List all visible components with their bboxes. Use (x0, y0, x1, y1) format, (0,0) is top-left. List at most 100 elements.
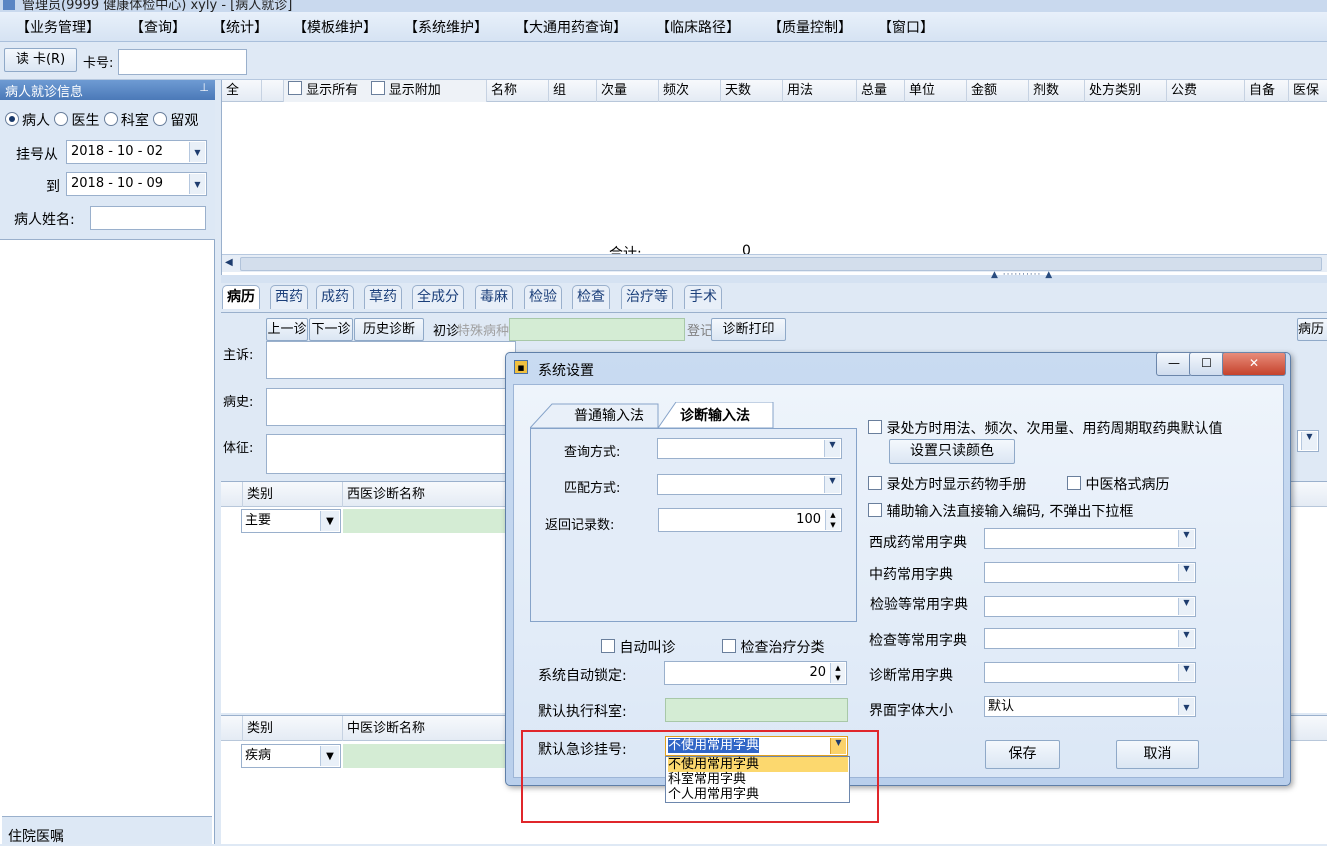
col-group[interactable]: 组 (549, 80, 597, 102)
special-disease-input[interactable] (509, 318, 685, 341)
menu-window[interactable]: 【窗口】 (878, 17, 934, 37)
chevron-down-icon[interactable]: ▼ (320, 746, 339, 766)
card-no-input[interactable] (118, 49, 247, 75)
close-icon[interactable]: ✕ (1222, 352, 1286, 376)
chevron-down-icon[interactable]: ▼ (320, 511, 339, 531)
chevron-down-icon[interactable]: ▼ (1301, 432, 1317, 450)
menu-statistics[interactable]: 【统计】 (212, 17, 268, 37)
dict-exam-select[interactable]: ▼ (984, 628, 1196, 649)
splitter[interactable]: ▲ ·········· ▲ (221, 270, 1327, 283)
chevron-down-icon[interactable]: ▼ (1178, 698, 1194, 715)
splitter-grip-icon[interactable]: ▲ ·········· ▲ (991, 270, 1053, 280)
menu-business[interactable]: 【业务管理】 (16, 17, 100, 37)
history-dx-button[interactable]: 历史诊断 (354, 318, 424, 341)
chevron-down-icon[interactable]: ▼ (824, 476, 840, 493)
tab-normal-input[interactable]: 普通输入法 (574, 405, 644, 425)
col-amount[interactable]: 金额 (967, 80, 1029, 102)
col-rx-category[interactable]: 处方类别 (1085, 80, 1167, 102)
right-combo[interactable]: ▼ (1297, 430, 1319, 452)
cancel-button[interactable]: 取消 (1116, 740, 1199, 769)
first-visit-label[interactable]: 初诊 (433, 320, 459, 339)
menu-system[interactable]: 【系统维护】 (404, 17, 488, 37)
dict-west-select[interactable]: ▼ (984, 528, 1196, 549)
auto-lock-input[interactable]: 20 ▲ ▼ (664, 661, 847, 685)
col-frequency[interactable]: 频次 (659, 80, 721, 102)
chevron-down-icon[interactable]: ▼ (1178, 530, 1194, 547)
col-self[interactable]: 自备 (1245, 80, 1289, 102)
record-right-button[interactable]: 病历 (1297, 318, 1327, 341)
pin-icon[interactable]: ⊥ (199, 81, 209, 94)
radio-dept[interactable]: 科室 (103, 112, 149, 129)
col-name[interactable]: 名称 (487, 80, 549, 102)
show-drug-manual-checkbox[interactable]: 录处方时显示药物手册 (868, 474, 1026, 494)
col-type[interactable]: 类别 (243, 482, 343, 507)
readonly-color-button[interactable]: 设置只读颜色 (889, 439, 1015, 464)
tab-lab[interactable]: 检验 (524, 285, 562, 309)
tab-surgery[interactable]: 手术 (684, 285, 722, 309)
col-public-fee[interactable]: 公费 (1167, 80, 1245, 102)
col-usage[interactable]: 用法 (783, 80, 857, 102)
show-all-checkbox[interactable]: 显示所有 (288, 81, 358, 98)
maximize-icon[interactable]: ☐ (1189, 352, 1224, 376)
signs-input[interactable] (266, 434, 516, 474)
tab-medical-record[interactable]: 病历 (222, 285, 260, 309)
radio-observation[interactable]: 留观 (153, 112, 198, 129)
read-card-button[interactable]: 读 卡(R) (4, 48, 77, 72)
tab-herbal[interactable]: 草药 (364, 285, 402, 309)
dict-tcm-select[interactable]: ▼ (984, 562, 1196, 583)
menu-quality[interactable]: 【质量控制】 (768, 17, 852, 37)
chevron-down-icon[interactable]: ▼ (189, 174, 205, 194)
query-mode-select[interactable]: ▼ (657, 438, 842, 459)
dx-print-button[interactable]: 诊断打印 (711, 318, 786, 341)
match-mode-select[interactable]: ▼ (657, 474, 842, 495)
spinner-icon[interactable]: ▲ ▼ (830, 663, 845, 683)
scroll-left-icon[interactable]: ◀ (225, 257, 233, 268)
patient-name-input[interactable] (90, 206, 206, 230)
menu-clinical-path[interactable]: 【临床路径】 (656, 17, 740, 37)
tab-dx-input[interactable]: 诊断输入法 (680, 405, 750, 425)
chevron-down-icon[interactable]: ▼ (824, 440, 840, 457)
prev-visit-button[interactable]: 上一诊 (266, 318, 308, 341)
tcm-dx-type-select[interactable]: 疾病 ▼ (241, 744, 341, 768)
reg-from-date[interactable]: 2018 - 10 - 02 ▼ (66, 140, 207, 164)
scroll-thumb[interactable] (240, 257, 1322, 271)
save-button[interactable]: 保存 (985, 740, 1060, 769)
dict-dx-select[interactable]: ▼ (984, 662, 1196, 683)
tab-narcotics[interactable]: 毒麻 (475, 285, 513, 309)
direct-code-checkbox[interactable]: 辅助输入法直接输入编码, 不弹出下拉框 (868, 501, 1133, 521)
reg-to-date[interactable]: 2018 - 10 - 09 ▼ (66, 172, 207, 196)
check-treat-class-checkbox[interactable]: 检查治疗分类 (722, 637, 824, 657)
col-all[interactable]: 全 (222, 80, 262, 102)
default-usage-checkbox[interactable]: 录处方时用法、频次、次用量、用药周期取药典默认值 (868, 418, 1222, 438)
col-dose[interactable]: 次量 (597, 80, 659, 102)
spinner-icon[interactable]: ▲ ▼ (825, 510, 840, 530)
next-visit-button[interactable]: 下一诊 (309, 318, 353, 341)
tcm-format-checkbox[interactable]: 中医格式病历 (1067, 474, 1169, 494)
col-total[interactable]: 总量 (857, 80, 905, 102)
menu-query[interactable]: 【查询】 (130, 17, 186, 37)
chief-complaint-input[interactable] (266, 341, 516, 379)
tab-all-ingredients[interactable]: 全成分 (412, 285, 464, 309)
horizontal-scrollbar[interactable]: ◀ (222, 254, 1327, 272)
col-days[interactable]: 天数 (721, 80, 783, 102)
col-type[interactable]: 类别 (243, 716, 343, 741)
chevron-down-icon[interactable]: ▼ (1178, 564, 1194, 581)
chevron-down-icon[interactable]: ▼ (189, 142, 205, 162)
font-size-select[interactable]: 默认 ▼ (984, 696, 1196, 717)
tab-exam[interactable]: 检查 (572, 285, 610, 309)
show-extra-checkbox[interactable]: 显示附加 (370, 81, 441, 98)
radio-patient[interactable]: 病人 (5, 112, 50, 129)
col-insurance[interactable]: 医保 (1289, 80, 1327, 102)
menu-template[interactable]: 【模板维护】 (293, 17, 377, 37)
default-dept-input[interactable] (665, 698, 848, 722)
radio-doctor[interactable]: 医生 (54, 112, 99, 129)
dict-lab-select[interactable]: ▼ (984, 596, 1196, 617)
chevron-down-icon[interactable]: ▼ (1178, 664, 1194, 681)
tab-treatment[interactable]: 治疗等 (621, 285, 673, 309)
select-all-corner[interactable] (221, 482, 243, 507)
auto-call-checkbox[interactable]: 自动叫诊 (601, 637, 675, 657)
col-unit[interactable]: 单位 (905, 80, 967, 102)
menu-drug-query[interactable]: 【大通用药查询】 (515, 17, 627, 37)
chevron-down-icon[interactable]: ▼ (1178, 630, 1194, 647)
chevron-down-icon[interactable]: ▼ (1178, 598, 1194, 615)
